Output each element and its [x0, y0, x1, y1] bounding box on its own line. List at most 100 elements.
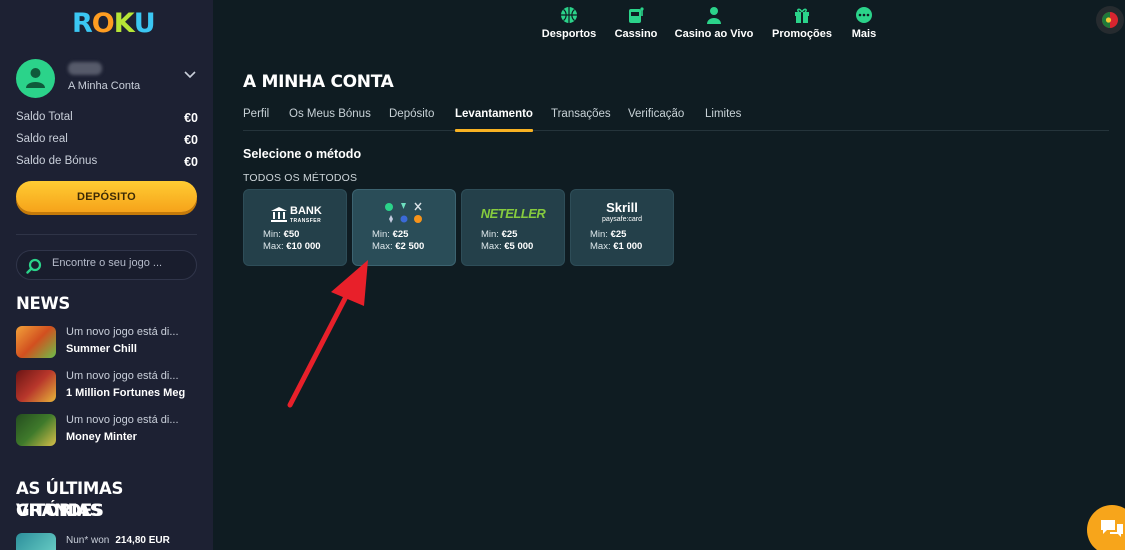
method-card-neteller[interactable]: NETELLER Min: €25 Max: €5 000: [461, 189, 565, 266]
skrill-logo-text: Skrill paysafe:card: [571, 200, 673, 226]
news-text: Um novo jogo está di...: [66, 414, 179, 426]
max-label: Max:: [590, 241, 611, 252]
max-label: Max:: [481, 241, 502, 252]
max-label: Max:: [372, 241, 393, 252]
nav-label: Desportos: [541, 28, 597, 40]
tab-bonuses[interactable]: Os Meus Bónus: [289, 108, 371, 120]
account-label: A Minha Conta: [68, 80, 141, 92]
skrill-logo-main: Skrill: [606, 200, 638, 215]
max-value: €1 000: [613, 241, 643, 252]
language-selector[interactable]: [1096, 6, 1124, 34]
tab-verification[interactable]: Verificação: [628, 108, 684, 120]
min-label: Min:: [372, 229, 390, 240]
method-card-crypto[interactable]: Min: €25 Max: €2 500: [352, 189, 456, 266]
nav-promotions[interactable]: Promoções: [771, 5, 833, 40]
min-label: Min:: [263, 229, 281, 240]
news-text: Um novo jogo está di...: [66, 370, 179, 382]
chat-bubbles-icon: [1101, 520, 1123, 537]
game-thumbnail: [16, 370, 56, 402]
method-card-bank-transfer[interactable]: BANK TRANSFER Min: €50 Max: €10 000: [243, 189, 347, 266]
min-value: €25: [392, 229, 409, 240]
tab-transactions[interactable]: Transações: [551, 108, 611, 120]
tab-deposit[interactable]: Depósito: [389, 108, 434, 120]
bank-logo-text: BANK TRANSFER: [290, 206, 322, 226]
tab-withdrawal[interactable]: Levantamento: [455, 108, 533, 120]
account-tabs: Perfil Os Meus Bónus Depósito Levantamen…: [243, 106, 1109, 132]
roku-logo[interactable]: ROKU: [72, 8, 156, 39]
win-user: Nun* won: [66, 535, 110, 546]
min-limit: Min: €25: [481, 229, 517, 240]
neteller-logo: NETELLER: [462, 200, 564, 228]
page-title: A MINHA CONTA: [243, 72, 394, 92]
divider: [16, 234, 197, 235]
max-limit: Max: €1 000: [590, 241, 642, 252]
game-thumbnail: [16, 326, 56, 358]
balance-value: €0: [184, 111, 198, 125]
bank-logo-sub: TRANSFER: [290, 218, 322, 224]
nav-live-casino[interactable]: Casino ao Vivo: [674, 5, 754, 40]
news-item[interactable]: Um novo jogo está di... Summer Chill: [16, 326, 206, 360]
active-tab-underline: [455, 129, 533, 132]
balance-bonus: Saldo de Bónus €0: [16, 155, 198, 169]
neteller-logo-text: NETELLER: [480, 206, 546, 221]
more-icon: [856, 7, 872, 23]
chevron-down-icon[interactable]: [184, 71, 196, 79]
win-item[interactable]: Nun* won 214,80 EUR: [16, 533, 206, 550]
news-game-name: Money Minter: [66, 431, 137, 443]
bank-transfer-logo: BANK TRANSFER: [244, 200, 346, 228]
search-input[interactable]: [52, 257, 192, 269]
news-text: Um novo jogo está di...: [66, 326, 179, 338]
game-thumbnail: [16, 414, 56, 446]
slot-machine-icon: [629, 7, 644, 23]
search-icon: [26, 258, 42, 274]
news-item[interactable]: Um novo jogo está di... 1 Million Fortun…: [16, 370, 206, 404]
logo-letter-r: R: [72, 8, 93, 39]
skrill-logo: Skrill paysafe:card: [571, 200, 673, 228]
user-icon: [26, 68, 45, 88]
min-value: €50: [283, 229, 300, 240]
logo-letter-k: K: [113, 8, 135, 39]
min-limit: Min: €25: [372, 229, 408, 240]
tab-profile[interactable]: Perfil: [243, 108, 269, 120]
win-amount: 214,80 EUR: [115, 535, 170, 546]
nav-label: Mais: [851, 28, 877, 40]
balance-value: €0: [184, 155, 198, 169]
account-username-blurred: [68, 62, 102, 75]
tab-limits[interactable]: Limites: [705, 108, 741, 120]
max-label: Max:: [263, 241, 284, 252]
logo-letter-u: U: [133, 8, 156, 39]
balance-label: Saldo real: [16, 133, 68, 145]
dealer-icon: [707, 7, 721, 24]
section-title: Selecione o método: [243, 147, 362, 161]
balance-real: Saldo real €0: [16, 133, 198, 147]
max-limit: Max: €2 500: [372, 241, 424, 252]
logo-letter-o: O: [91, 8, 115, 39]
crypto-logos: [353, 200, 455, 228]
account-dropdown[interactable]: A Minha Conta: [16, 59, 198, 99]
big-wins-title-line2: VITÓRIAS: [16, 501, 102, 520]
balance-label: Saldo Total: [16, 111, 73, 123]
nav-more[interactable]: Mais: [851, 5, 877, 40]
nav-label: Promoções: [772, 28, 832, 40]
balance-value: €0: [184, 133, 198, 147]
max-limit: Max: €10 000: [263, 241, 321, 252]
nav-label: Casino ao Vivo: [674, 28, 754, 40]
min-value: €25: [610, 229, 627, 240]
min-label: Min:: [590, 229, 608, 240]
nav-sports[interactable]: Desportos: [541, 5, 597, 40]
deposit-button[interactable]: DEPÓSITO: [16, 181, 197, 212]
avatar: [16, 59, 55, 98]
methods-label: TODOS OS MÉTODOS: [243, 172, 358, 184]
max-limit: Max: €5 000: [481, 241, 533, 252]
min-limit: Min: €25: [590, 229, 626, 240]
chat-button[interactable]: [1087, 505, 1125, 550]
game-search[interactable]: [16, 250, 197, 280]
news-item[interactable]: Um novo jogo está di... Money Minter: [16, 414, 206, 448]
win-text: Nun* won 214,80 EUR: [66, 535, 170, 546]
max-value: €2 500: [395, 241, 425, 252]
nav-label: Cassino: [614, 28, 658, 40]
nav-casino[interactable]: Cassino: [614, 5, 658, 40]
balance-total: Saldo Total €0: [16, 111, 198, 125]
method-card-skrill[interactable]: Skrill paysafe:card Min: €25 Max: €1 000: [570, 189, 674, 266]
sidebar: ROKU A Minha Conta Saldo Total €0 Saldo r…: [0, 0, 213, 550]
